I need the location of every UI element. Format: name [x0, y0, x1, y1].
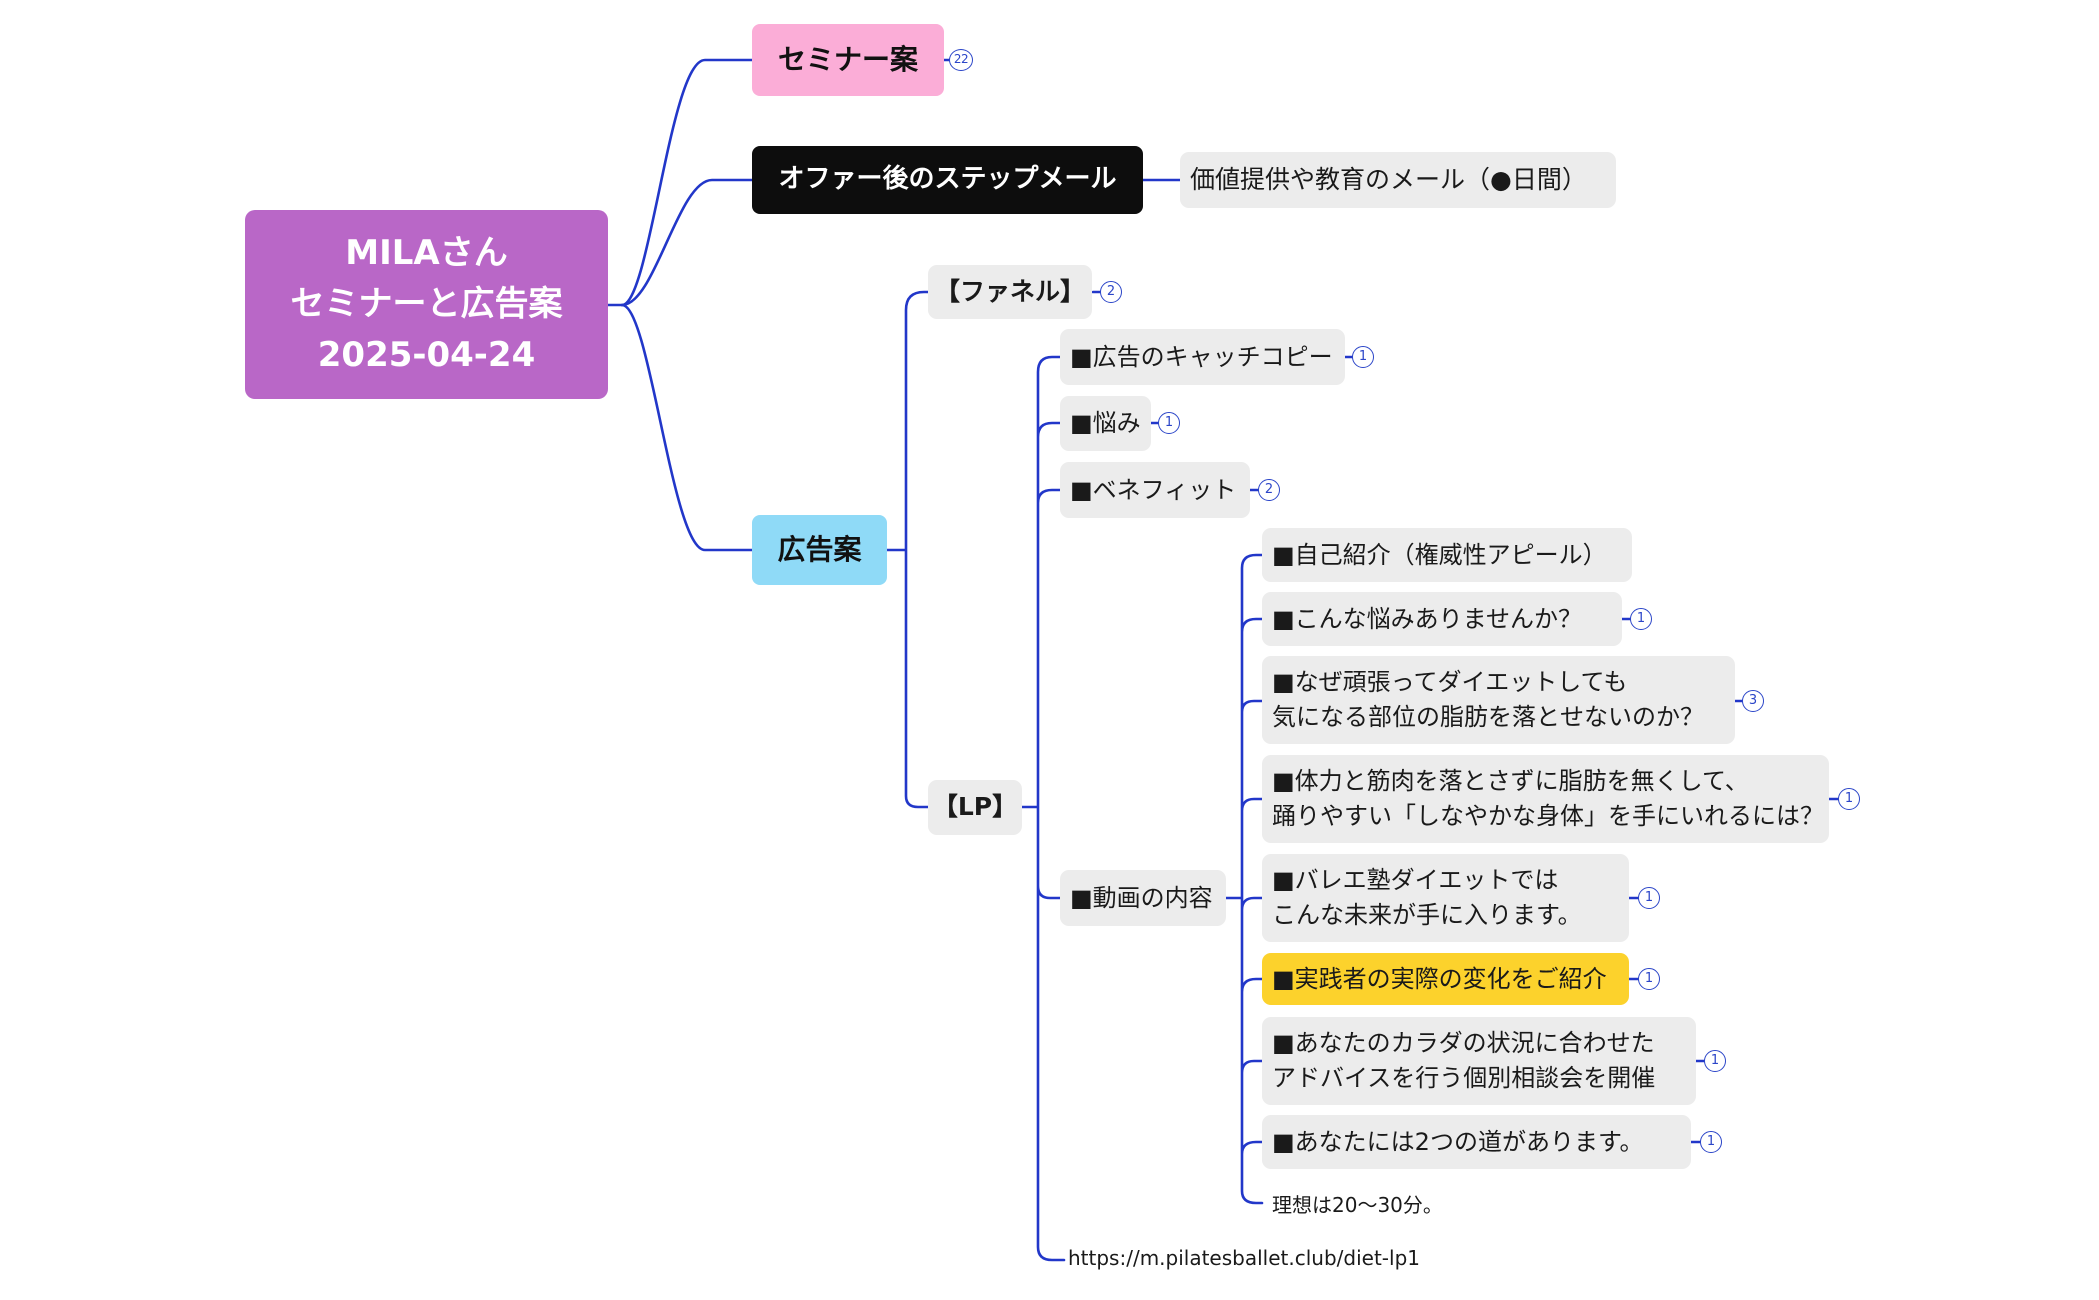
video-item-future[interactable]: ■バレエ塾ダイエットでは こんな未来が手に入ります。: [1262, 854, 1629, 942]
video-item-consultation-count-badge[interactable]: 1: [1704, 1050, 1726, 1072]
lp-url-link[interactable]: https://m.pilatesballet.club/diet-lp1: [1068, 1246, 1420, 1270]
video-item-supple-body-count-badge[interactable]: 1: [1838, 788, 1860, 810]
seminar-label: セミナー案: [777, 42, 918, 76]
video-item-self-intro[interactable]: ■自己紹介（権威性アピール）: [1262, 528, 1632, 582]
video-item-two-paths-count-badge[interactable]: 1: [1700, 1131, 1722, 1153]
video-item-why-fail-line2: 気になる部位の脂肪を落とせないのか？: [1272, 703, 1704, 731]
funnel-topic[interactable]: 【ファネル】: [928, 265, 1092, 319]
worry-collapsed-count-badge[interactable]: 1: [1158, 412, 1180, 434]
video-content-topic[interactable]: ■動画の内容: [1060, 870, 1226, 926]
video-item-future-count-badge[interactable]: 1: [1638, 887, 1660, 909]
video-item-why-fail-count-badge[interactable]: 3: [1742, 690, 1764, 712]
worry-topic[interactable]: ■悩み: [1060, 396, 1151, 451]
video-item-testimonials-count-badge[interactable]: 1: [1638, 968, 1660, 990]
seminar-topic[interactable]: セミナー案: [752, 24, 944, 96]
video-item-worries-label: ■こんな悩みありませんか？: [1272, 604, 1582, 633]
root-date: 2025-04-24: [317, 335, 536, 375]
seminar-collapsed-count-badge[interactable]: 22: [949, 49, 973, 71]
video-item-why-fail[interactable]: ■なぜ頑張ってダイエットしても 気になる部位の脂肪を落とせないのか？: [1262, 656, 1735, 744]
root-topic[interactable]: MILAさん セミナーと広告案 2025-04-24: [245, 210, 608, 399]
video-item-two-paths-label: ■あなたには2つの道があります。: [1272, 1127, 1644, 1156]
video-item-future-line1: ■バレエ塾ダイエットでは: [1272, 866, 1559, 895]
video-item-future-line2: こんな未来が手に入ります。: [1272, 901, 1582, 929]
video-item-consultation-line2: アドバイスを行う個別相談会を開催: [1272, 1064, 1656, 1092]
video-item-supple-body[interactable]: ■体力と筋肉を落とさずに脂肪を無くして、 踊りやすい「しなやかな身体」を手にいれ…: [1262, 755, 1829, 843]
benefit-collapsed-count-badge[interactable]: 2: [1258, 479, 1280, 501]
lp-label: 【LP】: [932, 792, 1018, 822]
step-mail-child-topic[interactable]: 価値提供や教育のメール（●日間）: [1180, 152, 1616, 208]
video-item-why-fail-line1: ■なぜ頑張ってダイエットしても: [1272, 668, 1628, 697]
catchcopy-topic[interactable]: ■広告のキャッチコピー: [1060, 329, 1345, 385]
ad-plan-label: 広告案: [777, 532, 862, 566]
root-title-line2: セミナーと広告案: [290, 284, 563, 324]
worry-label: ■悩み: [1070, 409, 1141, 438]
video-item-two-paths[interactable]: ■あなたには2つの道があります。: [1262, 1115, 1691, 1169]
video-content-label: ■動画の内容: [1070, 883, 1213, 912]
video-item-supple-body-line1: ■体力と筋肉を落とさずに脂肪を無くして、: [1272, 767, 1749, 796]
benefit-topic[interactable]: ■ベネフィット: [1060, 462, 1250, 518]
mind-map-canvas: MILAさん セミナーと広告案 2025-04-24 セミナー案 22 オファー…: [0, 0, 2099, 1300]
step-mail-label: オファー後のステップメール: [778, 164, 1117, 195]
video-item-consultation[interactable]: ■あなたのカラダの状況に合わせた アドバイスを行う個別相談会を開催: [1262, 1017, 1696, 1105]
benefit-label: ■ベネフィット: [1070, 475, 1237, 504]
catchcopy-label: ■広告のキャッチコピー: [1070, 342, 1333, 371]
video-item-self-intro-label: ■自己紹介（権威性アピール）: [1272, 540, 1607, 569]
video-item-testimonials[interactable]: ■実践者の実際の変化をご紹介: [1262, 953, 1629, 1005]
connector-root-ad: [620, 303, 754, 552]
connector-root-seminar: [606, 58, 754, 307]
connector-root-step: [620, 178, 754, 307]
connector-lp-spine: [1020, 355, 1066, 1262]
funnel-collapsed-count-badge[interactable]: 2: [1100, 281, 1122, 303]
video-item-testimonials-label: ■実践者の実際の変化をご紹介: [1272, 964, 1607, 993]
step-mail-child-label: 価値提供や教育のメール（●日間）: [1190, 164, 1587, 194]
video-ideal-length-note[interactable]: 理想は20〜30分。: [1272, 1189, 1443, 1218]
connector-video-spine: [1224, 553, 1264, 1205]
video-item-worries-count-badge[interactable]: 1: [1630, 608, 1652, 630]
video-item-worries[interactable]: ■こんな悩みありませんか？: [1262, 592, 1622, 646]
ad-plan-topic[interactable]: 広告案: [752, 515, 887, 585]
connector-ad-spine: [885, 290, 930, 809]
video-item-consultation-line1: ■あなたのカラダの状況に合わせた: [1272, 1029, 1655, 1058]
lp-topic[interactable]: 【LP】: [928, 780, 1022, 835]
root-title-line1: MILAさん: [345, 233, 508, 273]
lp-url-topic[interactable]: https://m.pilatesballet.club/diet-lp1: [1068, 1246, 1420, 1270]
video-item-supple-body-line2: 踊りやすい「しなやかな身体」を手にいれるには？: [1272, 802, 1824, 830]
video-ideal-length-label: 理想は20〜30分。: [1272, 1193, 1443, 1217]
catchcopy-collapsed-count-badge[interactable]: 1: [1352, 346, 1374, 368]
step-mail-topic[interactable]: オファー後のステップメール: [752, 146, 1143, 214]
funnel-label: 【ファネル】: [935, 276, 1086, 306]
